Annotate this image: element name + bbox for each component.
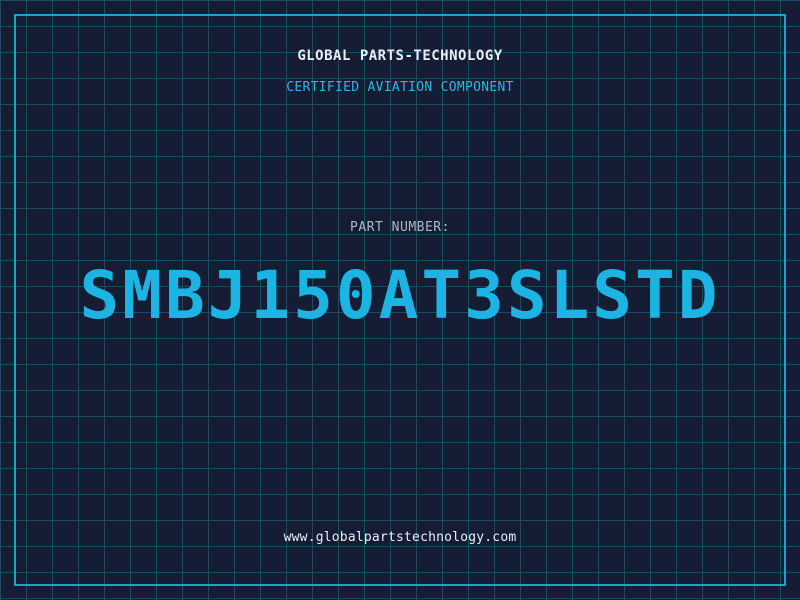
certification-subtitle: CERTIFIED AVIATION COMPONENT bbox=[286, 80, 514, 95]
website-url: www.globalpartstechnology.com bbox=[283, 530, 517, 545]
part-number-label: PART NUMBER: bbox=[350, 220, 450, 235]
part-card: GLOBAL PARTS-TECHNOLOGY CERTIFIED AVIATI… bbox=[0, 0, 800, 600]
company-name: GLOBAL PARTS-TECHNOLOGY bbox=[297, 48, 503, 64]
part-number-value: SMBJ150AT3SLSTD bbox=[79, 257, 721, 334]
